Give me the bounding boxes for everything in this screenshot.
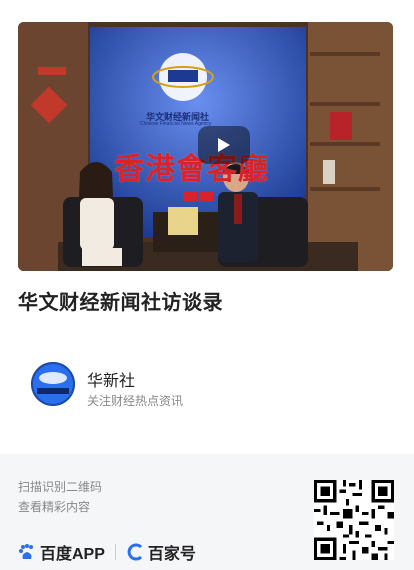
brand-divider <box>114 544 116 560</box>
scan-hint-line1: 扫描识别二维码 <box>18 480 103 494</box>
play-icon <box>218 138 230 152</box>
author-card[interactable]: 华新社 关注财经热点资讯 <box>31 362 371 410</box>
baijiahao-label: 百家号 <box>147 546 196 563</box>
article-title: 华文财经新闻社访谈录 <box>18 292 223 314</box>
baidu-app-brand[interactable]: 百度APP <box>18 540 105 564</box>
baijiahao-brand[interactable]: 百家号 <box>126 540 196 564</box>
baidu-app-label: 百度APP <box>40 546 105 563</box>
play-button[interactable] <box>198 126 250 164</box>
footer: 扫描识别二维码 查看精彩内容 百度APP 百家号 <box>0 454 414 570</box>
scan-hint-line2: 查看精彩内容 <box>18 500 91 514</box>
author-name[interactable]: 华新社 <box>87 367 135 391</box>
qr-code-image <box>314 480 394 560</box>
brand-logos: 百度APP 百家号 <box>18 540 196 564</box>
baijiahao-icon <box>127 543 142 561</box>
qr-code <box>314 480 394 560</box>
baidu-paw-icon <box>19 544 33 559</box>
org-subtitle-on-banner: Chinese Financial News Agency <box>140 121 212 127</box>
author-description: 关注财经热点资讯 <box>87 394 184 408</box>
avatar[interactable] <box>31 362 75 406</box>
avatar-image <box>31 362 75 406</box>
video-player[interactable]: 华文财经新闻社 Chinese Financial News Agency 香港… <box>18 22 393 271</box>
